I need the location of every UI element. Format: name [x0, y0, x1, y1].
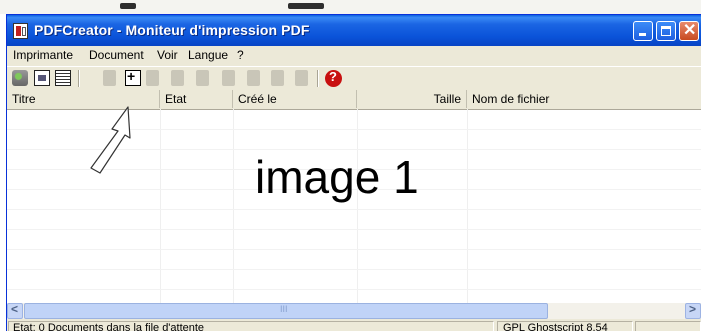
arrow-icon [90, 106, 131, 174]
screenshot: PDFCreator - Moniteur d'impression PDF ✕… [0, 0, 701, 331]
pointer-arrow-annotation [90, 106, 131, 174]
